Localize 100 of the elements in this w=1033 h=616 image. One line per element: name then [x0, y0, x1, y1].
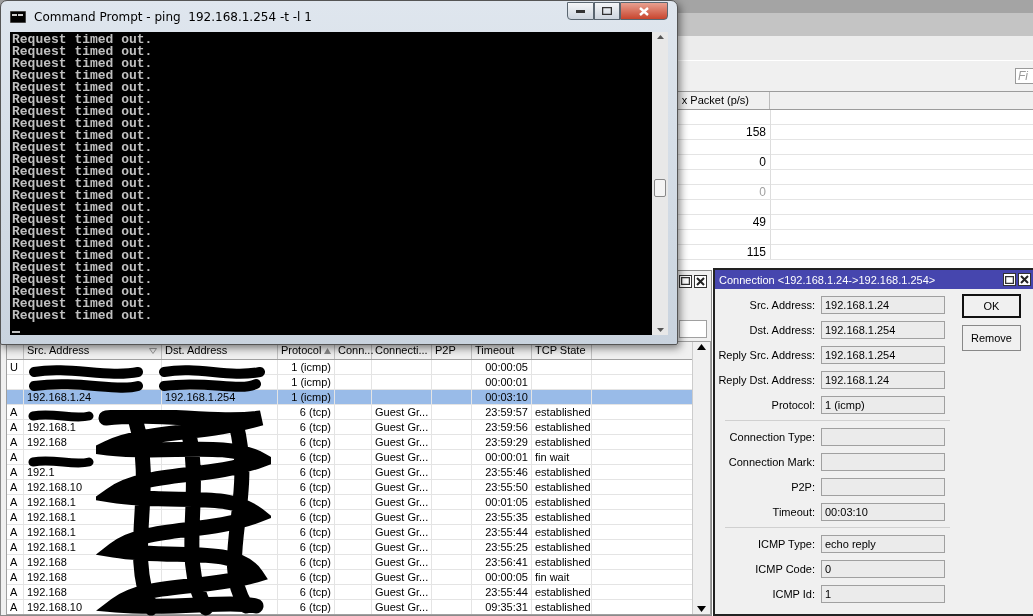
table-cell: A [7, 600, 24, 614]
console-line: Request timed out. [12, 118, 154, 130]
close-icon [696, 276, 705, 286]
table-cell: established [532, 600, 592, 614]
maximize-button[interactable] [1003, 273, 1016, 286]
table-cell: A [7, 405, 24, 419]
table-cell: 23:55:35 [472, 510, 532, 524]
table-cell: 6 (tcp) [278, 435, 335, 449]
value-field[interactable] [821, 478, 945, 496]
table-cell: established [532, 495, 592, 509]
redaction-scribble [28, 456, 94, 468]
console-line: Request timed out. [12, 190, 154, 202]
table-cell: Guest Gr... [372, 540, 432, 554]
dialog-button[interactable]: OK [962, 294, 1021, 318]
table-cell: 23:56:41 [472, 555, 532, 569]
table-cell: 192.168.1.254 [162, 390, 278, 404]
scroll-down-icon[interactable] [697, 606, 706, 612]
table-cell: Guest Gr... [372, 495, 432, 509]
table-cell: 23:55:44 [472, 585, 532, 599]
table-cell: 6 (tcp) [278, 420, 335, 434]
table-cell: 23:55:46 [472, 465, 532, 479]
table-cell: A [7, 420, 24, 434]
table-cell: 192.168 [24, 570, 162, 584]
field-label: Connection Type: [728, 430, 815, 444]
table-cell: 23:55:44 [472, 525, 532, 539]
table-row[interactable]: 192.168.1.24 192.168.1.254 1 (icmp) 00:03:10 [7, 390, 692, 405]
console-line: Request timed out. [12, 142, 154, 154]
table-cell: 6 (tcp) [278, 510, 335, 524]
console-line: Request timed out. [12, 34, 154, 46]
console-line: Request timed out. [12, 274, 154, 286]
table-cell: established [532, 435, 592, 449]
value-field[interactable]: 192.168.1.24 [821, 371, 945, 389]
close-button[interactable] [1018, 273, 1031, 286]
minimize-icon [576, 9, 585, 13]
field-label: ICMP Type: [756, 537, 815, 551]
table-cell: 23:59:57 [472, 405, 532, 419]
table-cell: established [532, 540, 592, 554]
scroll-thumb[interactable] [654, 179, 666, 197]
find-field[interactable]: Fi [1015, 68, 1033, 84]
table-cell: A [7, 480, 24, 494]
table-cell: fin wait [532, 570, 592, 584]
table-cell: A [7, 570, 24, 584]
close-button[interactable] [694, 274, 707, 288]
console-line: Request timed out. [12, 58, 154, 70]
maximize-button[interactable] [594, 2, 620, 20]
value-field[interactable]: 192.168.1.254 [821, 321, 945, 339]
value-field[interactable]: 1 (icmp) [821, 396, 945, 414]
scroll-up-icon[interactable] [697, 344, 706, 350]
table-cell: established [532, 405, 592, 419]
table-cell: A [7, 450, 24, 464]
table-cell: Guest Gr... [372, 420, 432, 434]
console-line: Request timed out. [12, 70, 154, 82]
table-cell: 23:59:56 [472, 420, 532, 434]
scroll-down-icon[interactable] [656, 328, 664, 332]
field-label: ICMP Code: [754, 562, 815, 576]
table-cell: established [532, 510, 592, 524]
table-cell: Guest Gr... [372, 555, 432, 569]
field-label: Src. Address: [748, 298, 815, 312]
table-cell: established [532, 480, 592, 494]
value-field[interactable] [821, 453, 945, 471]
value-field[interactable]: 192.168.1.24 [821, 296, 945, 314]
table-cell: 00:00:01 [472, 375, 532, 389]
table-cell: A [7, 555, 24, 569]
field-label: Timeout: [771, 505, 815, 519]
table-cell: 6 (tcp) [278, 405, 335, 419]
value-field[interactable]: echo reply [821, 535, 945, 553]
value-field[interactable]: 1 [821, 585, 945, 603]
table-cell: 09:35:31 [472, 600, 532, 614]
table-cell: 6 (tcp) [278, 570, 335, 584]
table-cell: 1 (icmp) [278, 360, 335, 374]
minimize-button[interactable] [567, 2, 594, 20]
column-header[interactable]: x Packet (p/s) [680, 92, 770, 109]
console-line: Request timed out. [12, 178, 154, 190]
maximize-button[interactable] [679, 274, 692, 288]
console-line: Request timed out. [12, 202, 154, 214]
table-cell: Guest Gr... [372, 450, 432, 464]
console-line: Request timed out. [12, 214, 154, 226]
table-cell: 192.168.1 [24, 510, 162, 524]
table-cell: Guest Gr... [372, 480, 432, 494]
table-cell: Guest Gr... [372, 570, 432, 584]
find-field[interactable] [679, 320, 707, 338]
table-cell: 6 (tcp) [278, 450, 335, 464]
table-cell: 6 (tcp) [278, 555, 335, 569]
table-cell: Guest Gr... [372, 435, 432, 449]
redaction-scribble [28, 410, 94, 422]
dialog-button[interactable]: Remove [962, 325, 1021, 351]
table-cell: 1 (icmp) [278, 375, 335, 389]
field-label: ICMP Id: [771, 587, 815, 601]
console-line: Request timed out. [12, 46, 154, 58]
value-field[interactable]: 00:03:10 [821, 503, 945, 521]
value-field[interactable] [821, 428, 945, 446]
table-cell: established [532, 525, 592, 539]
value-field[interactable]: 192.168.1.254 [821, 346, 945, 364]
table-cell: Guest Gr... [372, 405, 432, 419]
console-icon [10, 10, 26, 23]
table-cell: established [532, 420, 592, 434]
table-cell: Guest Gr... [372, 510, 432, 524]
value-field[interactable]: 0 [821, 560, 945, 578]
table-cell: 23:55:50 [472, 480, 532, 494]
text-cursor [12, 331, 20, 333]
